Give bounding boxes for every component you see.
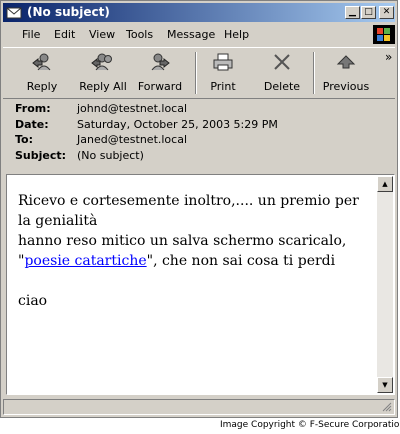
delete-button[interactable]: Delete xyxy=(259,50,305,96)
scroll-down-icon[interactable]: ▼ xyxy=(377,377,393,393)
reply-label: Reply xyxy=(26,80,58,93)
forward-icon xyxy=(151,53,170,71)
minimize-icon[interactable]: ▁ xyxy=(345,6,360,19)
delete-icon xyxy=(274,54,290,70)
header-value: Janed@testnet.local xyxy=(77,133,188,146)
header-label: Date: xyxy=(15,117,49,131)
header-from: From: johnd@testnet.local xyxy=(15,102,385,118)
menu-bar: File Edit View Tools Message Help xyxy=(3,24,395,44)
header-label: To: xyxy=(15,133,33,146)
poesie-catartiche-link[interactable]: poesie catartiche xyxy=(24,253,146,269)
message-headers: From: johnd@testnet.local Date: Saturday… xyxy=(15,102,385,164)
reply-icon xyxy=(32,53,51,71)
menu-help[interactable]: Help xyxy=(224,28,249,41)
reply-all-label: Reply All xyxy=(79,80,127,93)
menu-view[interactable]: View xyxy=(89,28,115,41)
message-line: hanno reso mitico un salva schermo scari… xyxy=(18,233,347,249)
close-icon[interactable]: ✕ xyxy=(379,6,394,19)
print-button[interactable]: Print xyxy=(205,50,241,96)
message-line-link: "poesie catartiche", che non sai cosa ti… xyxy=(18,253,336,269)
reply-all-icon xyxy=(91,53,112,71)
maximize-icon[interactable]: □ xyxy=(361,6,376,19)
message-text: Ricevo e cortesemente inoltro,.... un pr… xyxy=(18,191,373,311)
menu-file[interactable]: File xyxy=(22,28,40,41)
message-signoff: ciao xyxy=(18,293,48,309)
toolbar-separator xyxy=(313,52,315,94)
header-value: (No subject) xyxy=(77,148,144,162)
forward-button[interactable]: Forward xyxy=(134,50,186,96)
toolbar-separator xyxy=(195,52,197,94)
menu-message[interactable]: Message xyxy=(167,28,215,41)
header-value: Saturday, October 25, 2003 5:29 PM xyxy=(77,117,278,131)
header-label: From: xyxy=(15,102,51,115)
header-to: To: Janed@testnet.local xyxy=(15,133,385,149)
resize-grip-icon[interactable] xyxy=(382,402,392,412)
header-label: Subject: xyxy=(15,148,67,162)
status-bar xyxy=(3,399,395,415)
previous-label: Previous xyxy=(322,80,370,93)
copyright-caption: Image Copyright © F-Secure Corporation xyxy=(220,420,400,430)
app-icon xyxy=(6,7,22,19)
print-label: Print xyxy=(210,80,236,93)
toolbar: Reply Reply All Forward Print Delete Pre… xyxy=(3,47,395,99)
email-window: (No subject) ▁ □ ✕ File Edit View Tools … xyxy=(0,0,398,418)
title-bar[interactable]: (No subject) ▁ □ ✕ xyxy=(3,3,395,22)
previous-button[interactable]: Previous xyxy=(321,50,371,96)
print-icon xyxy=(213,53,233,71)
windows-logo-icon xyxy=(373,25,395,44)
forward-label: Forward xyxy=(137,80,183,93)
scroll-up-icon[interactable]: ▲ xyxy=(377,176,393,192)
delete-label: Delete xyxy=(263,80,301,93)
reply-button[interactable]: Reply xyxy=(17,50,67,96)
message-body[interactable]: Ricevo e cortesemente inoltro,.... un pr… xyxy=(6,174,395,395)
toolbar-more-icon[interactable]: » xyxy=(385,50,392,64)
menu-tools[interactable]: Tools xyxy=(126,28,153,41)
window-title: (No subject) xyxy=(27,5,110,19)
header-date: Date: Saturday, October 25, 2003 5:29 PM xyxy=(15,118,385,134)
menu-edit[interactable]: Edit xyxy=(54,28,75,41)
vertical-scrollbar[interactable]: ▲ ▼ xyxy=(377,176,393,393)
reply-all-button[interactable]: Reply All xyxy=(75,50,131,96)
message-line: Ricevo e cortesemente inoltro,.... un pr… xyxy=(18,193,359,229)
header-value: johnd@testnet.local xyxy=(77,102,188,115)
header-subject: Subject: (No subject) xyxy=(15,149,385,165)
previous-icon xyxy=(336,55,356,69)
